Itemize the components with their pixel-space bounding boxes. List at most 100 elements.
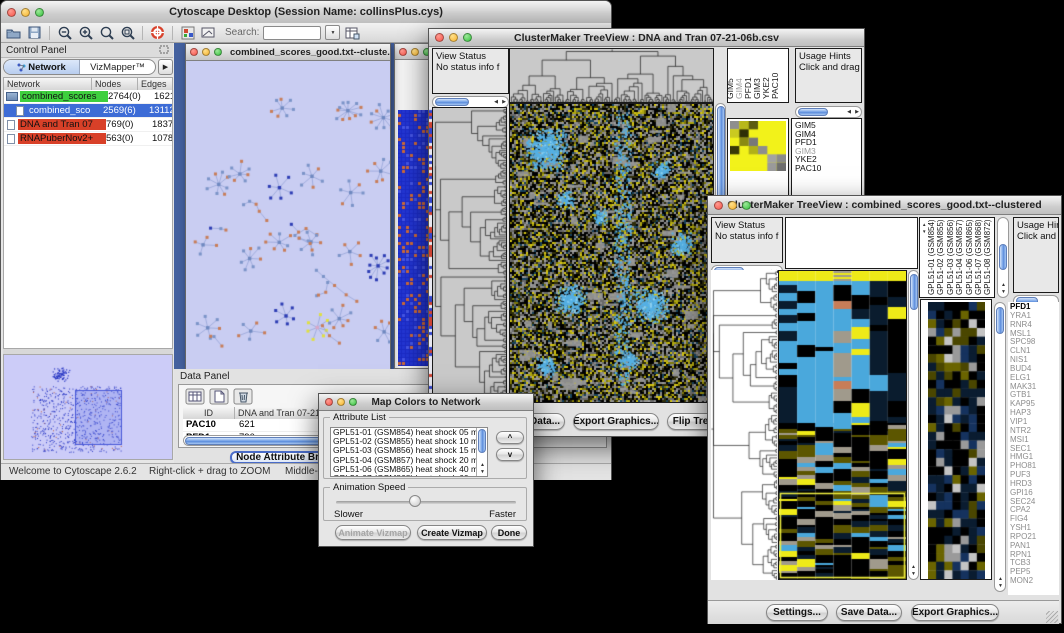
search-input[interactable] bbox=[263, 26, 321, 40]
scroll-up-arrow-icon[interactable]: ▲ bbox=[911, 565, 916, 570]
gene-label[interactable]: TCB3 bbox=[1010, 559, 1059, 568]
close-button[interactable] bbox=[435, 33, 444, 42]
gene-label[interactable]: VIP1 bbox=[1010, 418, 1059, 427]
gene-label[interactable]: HMG1 bbox=[1010, 453, 1059, 462]
annotation-icon[interactable] bbox=[200, 25, 217, 41]
cytoscape-titlebar[interactable]: Cytoscape Desktop (Session Name: collins… bbox=[1, 1, 611, 24]
zoom-heatmap2-canvas[interactable] bbox=[928, 302, 985, 579]
scroll-right-arrow-icon[interactable]: ▶ bbox=[855, 110, 859, 115]
tab-network[interactable]: Network bbox=[4, 60, 80, 74]
gene-label[interactable]: HRD3 bbox=[1010, 480, 1059, 489]
scroll-left-arrow-icon[interactable]: ◀ bbox=[847, 110, 851, 115]
search-dropdown-icon[interactable]: ▼ bbox=[325, 25, 340, 40]
scroll-right-arrow-icon[interactable]: ▶ bbox=[502, 100, 506, 105]
gene-label[interactable]: RNR4 bbox=[1010, 321, 1059, 330]
maximize-button[interactable] bbox=[742, 201, 751, 210]
gene-label[interactable]: KAP95 bbox=[1010, 400, 1059, 409]
col-header-network[interactable]: Network bbox=[4, 78, 92, 90]
maximize-button[interactable] bbox=[214, 48, 222, 56]
gene-label[interactable]: GPI16 bbox=[1010, 489, 1059, 498]
row-dendrogram-canvas[interactable] bbox=[433, 108, 506, 402]
minimize-button[interactable] bbox=[21, 8, 30, 17]
network-view-titlebar[interactable]: combined_scores_good.txt--cluste... bbox=[186, 44, 390, 61]
network-list-row[interactable]: combined_sco2569(6)13112(15) bbox=[4, 104, 172, 118]
gene-label[interactable]: YSH1 bbox=[1010, 524, 1059, 533]
network-list-row[interactable]: DNA and Tran 07769(0)183728(0) bbox=[4, 118, 172, 132]
gene-label[interactable]: FIG4 bbox=[1010, 515, 1059, 524]
gene-label-list[interactable]: PFD1YRA1RNR4MSL1SPC98CLN1NIS1BUD4ELG1MAK… bbox=[1008, 302, 1059, 595]
network-list-row[interactable]: RNAPuberNov2+563(0)107847(0) bbox=[4, 132, 172, 146]
done-button[interactable]: Done bbox=[491, 525, 527, 540]
attribute-table-icon[interactable] bbox=[344, 25, 361, 41]
scroll-up-arrow-icon[interactable]: ▲ bbox=[1001, 283, 1006, 288]
export-graphics-button[interactable]: Export Graphics... bbox=[911, 604, 999, 621]
attribute-list-scrollbar[interactable]: ▲ ▼ bbox=[476, 428, 487, 476]
gene-label[interactable]: MSL1 bbox=[1010, 330, 1059, 339]
zoom-in-icon[interactable] bbox=[77, 25, 94, 41]
gene-label[interactable]: MAK31 bbox=[1010, 383, 1059, 392]
gene-label[interactable]: ELG1 bbox=[1010, 374, 1059, 383]
scroll-down-arrow-icon[interactable]: ▼ bbox=[480, 470, 485, 475]
close-button[interactable] bbox=[190, 48, 198, 56]
gene-label[interactable]: MON2 bbox=[1010, 577, 1059, 586]
gene-label[interactable]: PHO81 bbox=[1010, 462, 1059, 471]
row-label[interactable]: PAC10 bbox=[795, 164, 861, 173]
gene-label[interactable]: PEP5 bbox=[1010, 568, 1059, 577]
minimize-button[interactable] bbox=[411, 48, 419, 56]
gene-label[interactable]: PAN1 bbox=[1010, 542, 1059, 551]
col-header-nodes[interactable]: Nodes bbox=[92, 78, 138, 90]
gene-label[interactable]: PFD1 bbox=[1010, 303, 1059, 312]
export-graphics-button[interactable]: Export Graphics... bbox=[573, 413, 659, 430]
minimize-button[interactable] bbox=[202, 48, 210, 56]
resize-grip[interactable] bbox=[1046, 611, 1058, 623]
attribute-list-item[interactable]: GPL51-02 (GSM855) heat shock 10 min bbox=[331, 437, 487, 446]
zoom-heatmap1-canvas[interactable] bbox=[730, 121, 786, 171]
create-vizmap-button[interactable]: Create Vizmap bbox=[417, 525, 487, 540]
zoom-selected-icon[interactable] bbox=[98, 25, 115, 41]
column-label[interactable]: GPL51-02 (GSM855) bbox=[936, 219, 945, 295]
vizmap-icon[interactable] bbox=[179, 25, 196, 41]
maximize-button[interactable] bbox=[35, 8, 44, 17]
column-label[interactable]: GPL51-01 (GSM854) bbox=[927, 219, 936, 295]
speed-slider-thumb[interactable] bbox=[409, 495, 421, 507]
animate-vizmap-button[interactable]: Animate Vizmap bbox=[335, 525, 411, 540]
dialog-titlebar[interactable]: Map Colors to Network bbox=[319, 394, 533, 411]
minimize-button[interactable] bbox=[449, 33, 458, 42]
scroll-down-arrow-icon[interactable]: ▼ bbox=[911, 572, 916, 577]
column-label[interactable]: GPL51-08 (GSM872) bbox=[983, 219, 992, 295]
gene-label[interactable]: NTR2 bbox=[1010, 427, 1059, 436]
gene-label[interactable]: PUF3 bbox=[1010, 471, 1059, 480]
close-button[interactable] bbox=[325, 398, 333, 406]
help-lifering-icon[interactable] bbox=[149, 25, 166, 41]
network-overview-canvas[interactable] bbox=[5, 356, 171, 458]
scroll-down-arrow-icon[interactable]: ▼ bbox=[922, 229, 926, 234]
gene-label[interactable]: NIS1 bbox=[1010, 356, 1059, 365]
gene-label[interactable]: RPN1 bbox=[1010, 551, 1059, 560]
column-labels-vscrollbar[interactable]: ▲ ▼ bbox=[997, 217, 1009, 298]
gene-label[interactable]: MSI1 bbox=[1010, 436, 1059, 445]
tab-vizmapper[interactable]: VizMapper™ bbox=[80, 60, 155, 74]
minimize-button[interactable] bbox=[337, 398, 345, 406]
gene-label[interactable]: SEC24 bbox=[1010, 498, 1059, 507]
gene-label[interactable]: BUD4 bbox=[1010, 365, 1059, 374]
maximize-button[interactable] bbox=[349, 398, 357, 406]
attribute-list-item[interactable]: GPL51-01 (GSM854) heat shock 05 min bbox=[331, 428, 487, 437]
scroll-up-arrow-icon[interactable]: ▲ bbox=[998, 577, 1003, 582]
move-up-button[interactable]: ^ bbox=[496, 431, 524, 444]
heatmap2-vscrollbar[interactable]: ▲ ▼ bbox=[908, 270, 919, 580]
zoom-out-icon[interactable] bbox=[56, 25, 73, 41]
treeview1-titlebar[interactable]: ClusterMaker TreeView : DNA and Tran 07-… bbox=[429, 29, 864, 47]
gene-label[interactable]: SPC98 bbox=[1010, 338, 1059, 347]
scroll-up-arrow-icon[interactable]: ▲ bbox=[480, 463, 485, 468]
data-col-id[interactable]: ID bbox=[183, 407, 235, 419]
attribute-list-item[interactable]: GPL51-06 (GSM865) heat shock 40 min bbox=[331, 465, 487, 474]
gene-label[interactable]: SEC1 bbox=[1010, 445, 1059, 454]
treeview2-titlebar[interactable]: ClusterMaker TreeView : combined_scores_… bbox=[708, 196, 1061, 215]
gene-label[interactable]: GTB1 bbox=[1010, 391, 1059, 400]
attribute-list-item[interactable]: GPL51-04 (GSM857) heat shock 20 min bbox=[331, 456, 487, 465]
close-button[interactable] bbox=[399, 48, 407, 56]
column-label[interactable]: GPL51-07 (GSM868) bbox=[974, 219, 983, 295]
attribute-list[interactable]: GPL51-01 (GSM854) heat shock 05 minGPL51… bbox=[330, 427, 488, 477]
close-button[interactable] bbox=[714, 201, 723, 210]
gene-label[interactable]: CLN1 bbox=[1010, 347, 1059, 356]
